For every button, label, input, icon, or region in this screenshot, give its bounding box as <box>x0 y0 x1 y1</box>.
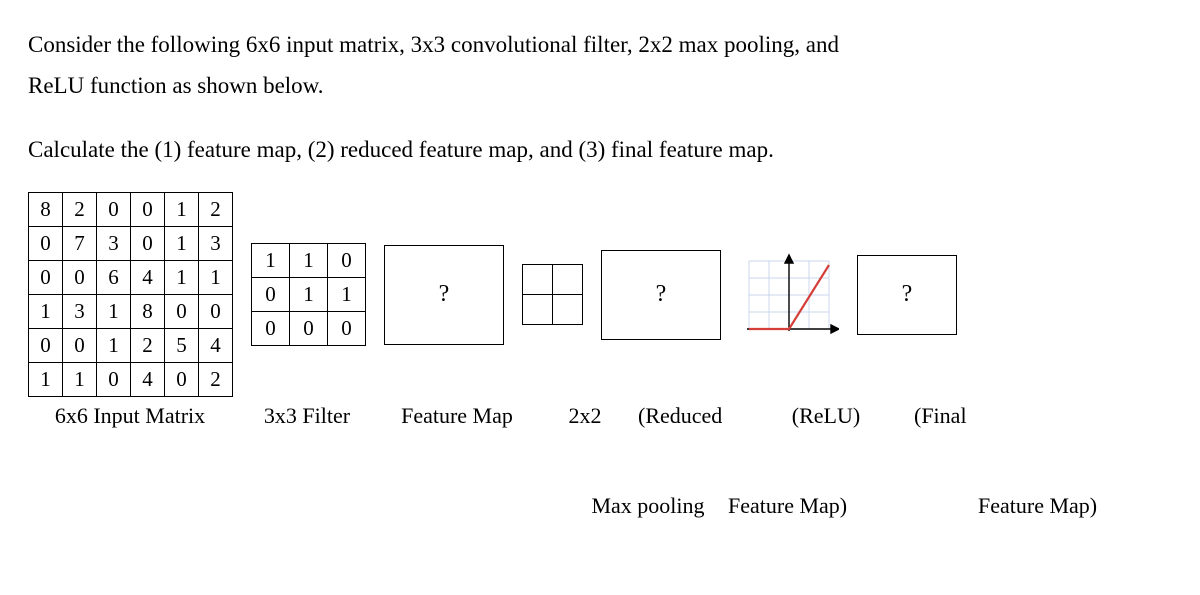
question-mark: ? <box>656 281 667 308</box>
matrix-cell: 1 <box>165 193 199 227</box>
matrix-cell: 0 <box>131 193 165 227</box>
matrix-cell: 0 <box>63 329 97 363</box>
filter-matrix: 110011000 <box>251 243 366 346</box>
label-filter: 3x3 Filter <box>250 403 364 429</box>
label-feature-map: Feature Map <box>382 403 532 429</box>
final-map-unknown: ? <box>857 255 957 335</box>
label-input: 6x6 Input Matrix <box>28 403 232 429</box>
prompt-task: Calculate the (1) feature map, (2) reduc… <box>28 133 1172 166</box>
label-final-b: Feature Map) <box>978 493 1158 519</box>
final-map-block: ? <box>857 255 957 335</box>
matrix-cell: 0 <box>29 329 63 363</box>
matrix-cell: 0 <box>328 312 366 346</box>
matrix-cell: 2 <box>131 329 165 363</box>
input-matrix-block: 820012073013006411131800001254110402 <box>28 192 233 397</box>
matrix-cell: 0 <box>199 295 233 329</box>
label-relu: (ReLU) <box>776 403 876 491</box>
matrix-cell: 2 <box>199 363 233 397</box>
feature-map-block: ? <box>384 245 504 345</box>
input-matrix: 820012073013006411131800001254110402 <box>28 192 233 397</box>
matrix-cell: 8 <box>29 193 63 227</box>
matrix-cell: 8 <box>131 295 165 329</box>
matrix-cell: 4 <box>131 261 165 295</box>
matrix-cell: 0 <box>29 261 63 295</box>
matrix-cell: 1 <box>63 363 97 397</box>
matrix-cell: 7 <box>63 227 97 261</box>
relu-block <box>739 251 839 339</box>
matrix-cell: 1 <box>97 295 131 329</box>
matrix-cell: 3 <box>97 227 131 261</box>
matrix-cell: 0 <box>165 295 199 329</box>
maxpool-block <box>522 264 583 325</box>
matrix-cell: 1 <box>97 329 131 363</box>
matrix-cell: 4 <box>131 363 165 397</box>
matrix-cell: 6 <box>97 261 131 295</box>
matrix-cell: 1 <box>29 363 63 397</box>
filter-block: 110011000 <box>251 243 366 346</box>
prompt-line-2: ReLU function as shown below. <box>28 69 1172 102</box>
matrix-cell: 2 <box>63 193 97 227</box>
reduced-map-block: ? <box>601 250 721 340</box>
matrix-cell: 0 <box>29 227 63 261</box>
maxpool-grid <box>522 264 583 325</box>
matrix-cell: 1 <box>165 261 199 295</box>
feature-map-unknown: ? <box>384 245 504 345</box>
matrix-cell: 4 <box>199 329 233 363</box>
relu-plot <box>739 251 839 339</box>
question-prompt: Consider the following 6x6 input matrix,… <box>28 28 1172 103</box>
matrix-cell: 5 <box>165 329 199 363</box>
matrix-cell: 0 <box>252 312 290 346</box>
matrix-cell: 0 <box>131 227 165 261</box>
diagram-row: 820012073013006411131800001254110402 110… <box>28 192 1172 397</box>
matrix-cell: 3 <box>63 295 97 329</box>
label-reduced-b: Feature Map) <box>728 493 888 519</box>
label-reduced-a: (Reduced <box>638 403 758 429</box>
reduced-map-unknown: ? <box>601 250 721 340</box>
matrix-cell: 1 <box>290 244 328 278</box>
question-mark: ? <box>439 281 450 308</box>
matrix-cell: 0 <box>252 278 290 312</box>
matrix-cell: 3 <box>199 227 233 261</box>
matrix-cell: 0 <box>328 244 366 278</box>
label-pool-b: Max pooling <box>568 493 728 519</box>
matrix-cell: 2 <box>199 193 233 227</box>
matrix-cell: 1 <box>328 278 366 312</box>
matrix-cell: 0 <box>97 193 131 227</box>
matrix-cell: 0 <box>97 363 131 397</box>
label-final-a: (Final <box>894 403 1034 429</box>
matrix-cell: 0 <box>165 363 199 397</box>
matrix-cell: 1 <box>199 261 233 295</box>
matrix-cell: 1 <box>165 227 199 261</box>
matrix-cell: 0 <box>290 312 328 346</box>
question-mark: ? <box>902 281 913 308</box>
prompt-line-1: Consider the following 6x6 input matrix,… <box>28 28 1172 61</box>
labels: 6x6 Input Matrix 3x3 Filter Feature Map … <box>28 397 1172 519</box>
label-pool-a: 2x2 <box>550 403 620 429</box>
matrix-cell: 1 <box>252 244 290 278</box>
matrix-cell: 1 <box>290 278 328 312</box>
matrix-cell: 1 <box>29 295 63 329</box>
matrix-cell: 0 <box>63 261 97 295</box>
